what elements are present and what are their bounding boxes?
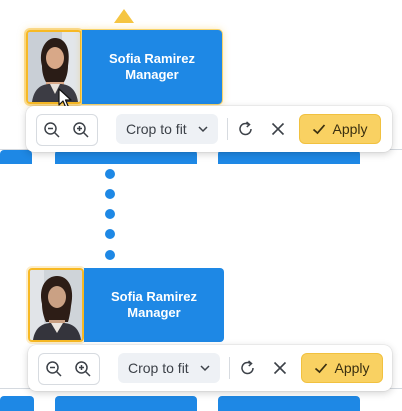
- node-name: Sofia Ramirez: [109, 51, 195, 66]
- close-icon[interactable]: [270, 358, 290, 378]
- toolbar-divider: [229, 357, 230, 379]
- sibling-node-stub[interactable]: [218, 150, 360, 164]
- avatar[interactable]: [26, 30, 82, 104]
- check-icon: [315, 363, 328, 374]
- sibling-node-stub[interactable]: [0, 396, 34, 411]
- node-info[interactable]: Sofia Ramirez Manager: [82, 30, 222, 104]
- image-edit-toolbar: Crop to fit Apply: [28, 345, 392, 391]
- apply-label: Apply: [332, 121, 368, 137]
- connector-dot: [105, 229, 115, 239]
- crop-mode-value: Crop to fit: [128, 360, 189, 376]
- toolbar-divider: [227, 118, 228, 140]
- zoom-in-icon[interactable]: [73, 359, 93, 379]
- org-node[interactable]: Sofia Ramirez Manager: [28, 268, 224, 342]
- crop-mode-select[interactable]: Crop to fit: [116, 114, 218, 144]
- image-edit-toolbar: Crop to fit Apply: [26, 106, 392, 152]
- chevron-down-icon: [198, 126, 208, 133]
- zoom-group: [38, 353, 100, 385]
- node-info[interactable]: Sofia Ramirez Manager: [84, 268, 224, 342]
- connector-dot: [105, 250, 115, 260]
- zoom-out-icon[interactable]: [44, 359, 64, 379]
- sibling-node-stub[interactable]: [55, 396, 197, 411]
- selection-pointer: [114, 9, 134, 23]
- connector-dot: [105, 209, 115, 219]
- apply-button[interactable]: Apply: [299, 114, 381, 144]
- org-node[interactable]: Sofia Ramirez Manager: [26, 30, 222, 104]
- node-title: Manager: [125, 67, 179, 82]
- connector-dot: [105, 189, 115, 199]
- sibling-node-stub[interactable]: [55, 150, 197, 164]
- rotate-icon[interactable]: [236, 119, 256, 139]
- crop-mode-select[interactable]: Crop to fit: [118, 353, 220, 383]
- apply-label: Apply: [334, 360, 370, 376]
- node-name: Sofia Ramirez: [111, 289, 197, 304]
- crop-mode-value: Crop to fit: [126, 121, 187, 137]
- rotate-icon[interactable]: [238, 358, 258, 378]
- person-photo-icon: [28, 32, 80, 102]
- check-icon: [313, 124, 326, 135]
- zoom-group: [36, 114, 98, 146]
- chevron-down-icon: [200, 365, 210, 372]
- avatar[interactable]: [28, 268, 84, 342]
- close-icon[interactable]: [268, 119, 288, 139]
- node-title: Manager: [127, 305, 181, 320]
- sibling-node-stub[interactable]: [0, 150, 32, 164]
- person-photo-icon: [30, 270, 82, 340]
- apply-button[interactable]: Apply: [301, 353, 383, 383]
- zoom-in-icon[interactable]: [71, 120, 91, 140]
- connector-dot: [105, 169, 115, 179]
- sibling-node-stub[interactable]: [218, 396, 360, 411]
- zoom-out-icon[interactable]: [42, 120, 62, 140]
